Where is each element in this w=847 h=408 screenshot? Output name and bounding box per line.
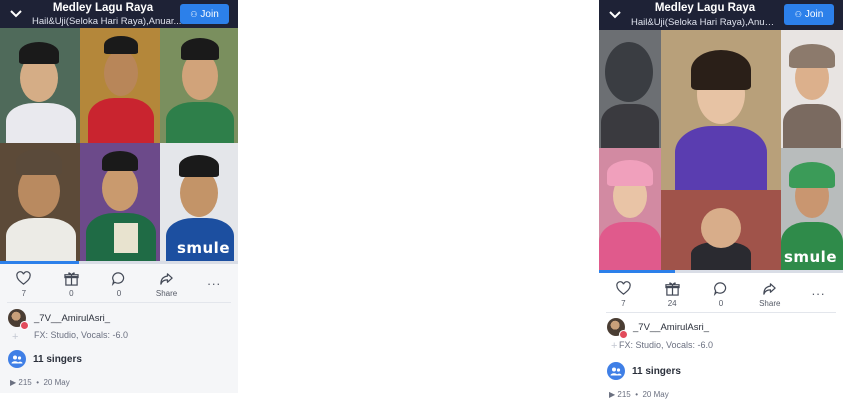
video-grid[interactable]: smule xyxy=(0,28,238,261)
singer-tile xyxy=(80,28,160,143)
progress-bar[interactable] xyxy=(0,261,238,264)
share-label: Share xyxy=(155,289,178,298)
post-date: 20 May xyxy=(43,378,70,387)
smule-logo: smule xyxy=(176,239,230,257)
singer-tile xyxy=(160,28,238,143)
gift-count: 24 xyxy=(667,299,677,308)
comment-button[interactable]: 0 xyxy=(99,271,139,298)
gift-button[interactable]: 0 xyxy=(51,271,91,298)
singer-tile xyxy=(661,190,781,270)
singer-tile xyxy=(0,28,80,143)
plus-icon: + xyxy=(12,331,19,343)
comment-count: 0 xyxy=(718,299,724,308)
performer-row[interactable]: _7V__AmirulAsri_ xyxy=(8,309,110,330)
group-icon xyxy=(8,350,26,368)
song-title: Medley Lagu Raya xyxy=(52,2,154,14)
player-header: Medley Lagu Raya Hail&Uji(Seloka Hari Ra… xyxy=(599,0,843,30)
comment-count: 0 xyxy=(116,289,122,298)
avatar[interactable] xyxy=(607,318,628,339)
join-label: Join xyxy=(804,9,824,20)
chevron-down-icon[interactable] xyxy=(609,11,621,21)
fx-info: FX: Studio, Vocals: -6.0 xyxy=(619,340,714,350)
play-icon: ▶ xyxy=(10,378,17,387)
progress-fill xyxy=(599,270,675,273)
fx-info: FX: Studio, Vocals: -6.0 xyxy=(34,330,129,340)
chevron-down-icon[interactable] xyxy=(10,10,22,20)
vip-badge-icon xyxy=(619,330,628,339)
join-button[interactable]: ⚇ Join xyxy=(180,4,229,24)
plus-icon: + xyxy=(611,340,618,352)
singers-row[interactable]: 11 singers xyxy=(8,350,82,368)
more-icon: ... xyxy=(811,283,826,298)
join-button[interactable]: ⚇ Join xyxy=(784,4,834,25)
play-count: 215 xyxy=(18,378,32,387)
like-button[interactable]: 7 xyxy=(603,281,643,308)
post-panel: Medley Lagu Raya Hail&Uji(Seloka Hari Ra… xyxy=(0,0,238,393)
action-bar: 7 0 0 Share ... xyxy=(0,271,238,298)
comment-button[interactable]: 0 xyxy=(701,281,741,308)
singer-tile xyxy=(781,30,843,148)
separator-dot: • xyxy=(33,378,42,387)
more-button[interactable]: ... xyxy=(194,271,234,298)
player-header: Medley Lagu Raya Hail&Uji(Seloka Hari Ra… xyxy=(0,0,238,28)
play-count: 215 xyxy=(617,390,631,399)
singer-tile xyxy=(0,143,80,261)
group-icon xyxy=(607,362,625,380)
singers-count: 11 singers xyxy=(33,353,82,365)
performer-name[interactable]: _7V__AmirulAsri_ xyxy=(34,313,110,324)
comment-icon xyxy=(111,271,126,286)
post-meta: ▶ 215 • 20 May xyxy=(609,390,669,399)
more-icon: ... xyxy=(207,273,222,288)
post-date: 20 May xyxy=(642,390,669,399)
group-icon: ⚇ xyxy=(794,10,802,19)
action-bar: 7 24 0 Share ... xyxy=(599,281,843,308)
post-meta: ▶ 215 • 20 May xyxy=(10,378,70,387)
singer-tile xyxy=(599,148,661,270)
like-count: 7 xyxy=(21,289,27,298)
share-icon xyxy=(159,271,174,286)
song-subtitle: Hail&Uji(Seloka Hari Raya),Anuar... xyxy=(32,16,182,27)
share-button[interactable]: Share xyxy=(147,271,187,298)
gift-count: 0 xyxy=(69,289,74,298)
gift-icon xyxy=(64,271,79,286)
like-count: 7 xyxy=(621,299,626,308)
performer-name[interactable]: _7V__AmirulAsri_ xyxy=(633,322,709,333)
divider xyxy=(606,312,836,313)
share-icon xyxy=(762,281,777,296)
group-icon: ⚇ xyxy=(190,9,198,19)
smule-logo: smule xyxy=(783,248,837,266)
song-title: Medley Lagu Raya xyxy=(654,2,756,14)
avatar[interactable] xyxy=(8,309,29,330)
singer-tile xyxy=(661,30,781,190)
post-panel: Medley Lagu Raya Hail&Uji(Seloka Hari Ra… xyxy=(599,0,843,404)
gift-button[interactable]: 24 xyxy=(652,281,692,308)
singers-row[interactable]: 11 singers xyxy=(607,362,681,380)
singers-count: 11 singers xyxy=(632,365,681,377)
comment-icon xyxy=(713,281,728,296)
vip-badge-icon xyxy=(20,321,29,330)
play-icon: ▶ xyxy=(609,390,616,399)
gift-icon xyxy=(665,281,680,296)
divider xyxy=(7,302,231,303)
singer-tile xyxy=(80,143,160,261)
heart-icon xyxy=(16,271,31,286)
more-button[interactable]: ... xyxy=(799,281,839,308)
like-button[interactable]: 7 xyxy=(4,271,44,298)
video-grid[interactable]: smule xyxy=(599,30,843,270)
join-label: Join xyxy=(200,8,219,20)
separator-dot: • xyxy=(632,390,641,399)
share-button[interactable]: Share xyxy=(750,281,790,308)
share-label: Share xyxy=(759,299,781,308)
performer-row[interactable]: _7V__AmirulAsri_ xyxy=(607,318,709,339)
progress-fill xyxy=(0,261,79,264)
progress-bar[interactable] xyxy=(599,270,843,273)
heart-icon xyxy=(616,281,631,296)
song-subtitle: Hail&Uji(Seloka Hari Raya),Anuar... xyxy=(631,17,779,28)
singer-tile xyxy=(599,30,661,148)
